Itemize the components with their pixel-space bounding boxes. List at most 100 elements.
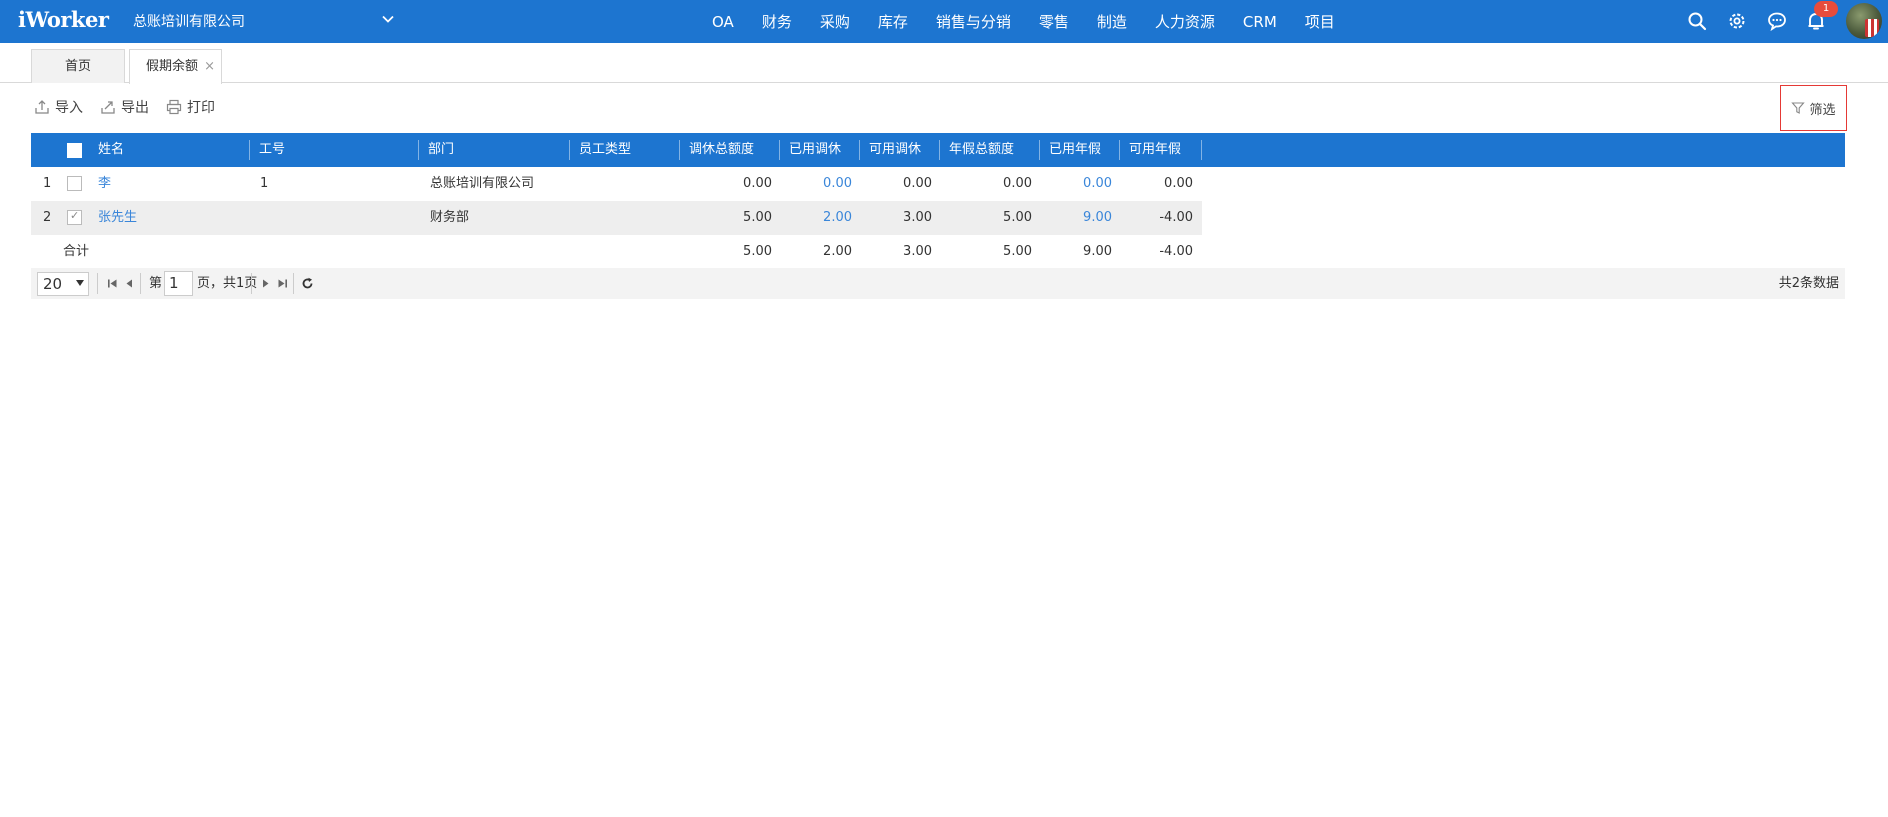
nav-item-purchase[interactable]: 采购 [820,11,850,32]
table-row[interactable]: 1 李 1 总账培训有限公司 0.00 0.00 0.00 0.00 0.00 … [31,167,1845,201]
emp-no-cell: 1 [260,176,269,191]
pager-divider [293,273,294,294]
total-annual-used: 9.00 [1083,244,1112,259]
pager-divider [97,273,98,294]
print-label: 打印 [187,100,215,116]
employee-name-link[interactable]: 张先生 [98,201,137,235]
col-name[interactable]: 姓名 [88,133,124,167]
col-leave-avail[interactable]: 可用调休 [859,133,921,167]
export-button[interactable]: 导出 [100,97,149,117]
filter-icon [1791,102,1806,114]
main-nav: OA 财务 采购 库存 销售与分销 零售 制造 人力资源 CRM 项目 [712,0,1335,43]
search-icon[interactable] [1686,10,1708,32]
row-index: 1 [43,176,52,191]
page-number-input[interactable]: 1 [164,271,193,296]
filter-label: 筛选 [1809,102,1836,118]
printer-icon [166,99,182,115]
leave-total-cell: 5.00 [743,210,772,225]
notification-badge: 1 [1814,1,1838,17]
page-suffix: 页，共1页 [197,276,258,291]
total-leave-avail: 3.00 [903,244,932,259]
close-icon[interactable]: × [204,50,215,83]
first-page-icon[interactable] [107,278,118,289]
import-button[interactable]: 导入 [34,97,83,117]
col-leave-used[interactable]: 已用调休 [779,133,841,167]
col-emp-type[interactable]: 员工类型 [569,133,631,167]
export-label: 导出 [121,100,149,116]
total-leave-total: 5.00 [743,244,772,259]
nav-item-sales[interactable]: 销售与分销 [936,11,1011,32]
row-checkbox[interactable] [67,176,82,191]
leave-used-link[interactable]: 0.00 [779,167,852,201]
pager-divider [140,273,141,294]
select-all-checkbox[interactable] [67,143,82,158]
prev-page-icon[interactable] [124,278,135,289]
table-row[interactable]: 2 张先生 财务部 5.00 2.00 3.00 5.00 9.00 -4.00 [31,201,1202,235]
annual-avail-cell: -4.00 [1159,210,1193,225]
nav-item-finance[interactable]: 财务 [762,11,792,32]
row-index: 2 [43,210,52,225]
nav-item-manufacturing[interactable]: 制造 [1097,11,1127,32]
pagination-bar: 20 第 1 页，共1页 共2条数据 [31,268,1845,299]
total-annual-avail: -4.00 [1159,244,1193,259]
dept-cell: 财务部 [430,210,470,225]
user-avatar[interactable] [1846,3,1882,39]
refresh-icon[interactable] [301,277,314,290]
tab-home[interactable]: 首页 [31,49,125,83]
nav-item-retail[interactable]: 零售 [1039,11,1069,32]
tab-leave-balance-label: 假期余额 [146,59,199,74]
gear-icon[interactable] [1726,10,1748,32]
export-icon [101,101,115,114]
row-checkbox[interactable] [67,209,82,225]
total-records: 共2条数据 [1778,276,1839,291]
page-size-value: 20 [43,275,63,293]
grid-header: 姓名 工号 部门 员工类型 调休总额度 已用调休 可用调休 年假总额度 已用年假… [31,133,1845,167]
import-icon [35,100,49,114]
nav-item-project[interactable]: 项目 [1305,11,1335,32]
totals-row: 合计 5.00 2.00 3.00 5.00 9.00 -4.00 [31,235,1845,268]
chat-icon[interactable] [1766,10,1788,32]
tab-strip: 首页 假期余额 × [0,43,1888,84]
nav-item-inventory[interactable]: 库存 [878,11,908,32]
top-navbar: iWorker 总账培训有限公司 OA 财务 采购 库存 销售与分销 零售 制造… [0,0,1888,43]
col-annual-total[interactable]: 年假总额度 [939,133,1014,167]
nav-item-hr[interactable]: 人力资源 [1155,11,1215,32]
annual-total-cell: 0.00 [1003,176,1032,191]
chevron-down-icon[interactable] [381,12,395,26]
page-prefix: 第 [149,276,163,291]
total-leave-used: 2.00 [823,244,852,259]
next-page-icon[interactable] [260,278,271,289]
last-page-icon[interactable] [277,278,288,289]
column-divider[interactable] [1201,140,1202,160]
tab-leave-balance[interactable]: 假期余额 × [129,49,222,84]
annual-avail-cell: 0.00 [1164,176,1193,191]
leave-used-link[interactable]: 2.00 [779,201,852,235]
totals-label: 合计 [63,244,90,259]
annual-used-link[interactable]: 9.00 [1039,201,1112,235]
caret-down-icon [76,280,84,286]
dept-cell: 总账培训有限公司 [430,176,535,191]
filter-button[interactable]: 筛选 [1780,85,1847,131]
employee-name-link[interactable]: 李 [98,167,111,201]
print-button[interactable]: 打印 [166,97,215,117]
annual-total-cell: 5.00 [1003,210,1032,225]
page-size-select[interactable]: 20 [37,272,89,296]
nav-item-crm[interactable]: CRM [1243,13,1277,31]
total-annual-total: 5.00 [1003,244,1032,259]
toolbar: 导入 导出 打印 [34,97,215,117]
annual-used-link[interactable]: 0.00 [1039,167,1112,201]
leave-total-cell: 0.00 [743,176,772,191]
col-annual-used[interactable]: 已用年假 [1039,133,1101,167]
leave-avail-cell: 0.00 [903,176,932,191]
col-annual-avail[interactable]: 可用年假 [1119,133,1181,167]
col-emp-no[interactable]: 工号 [249,133,285,167]
nav-item-oa[interactable]: OA [712,13,734,31]
company-selector[interactable]: 总账培训有限公司 [133,11,245,31]
app-logo[interactable]: iWorker [18,7,109,32]
leave-balance-grid: 姓名 工号 部门 员工类型 调休总额度 已用调休 可用调休 年假总额度 已用年假… [31,133,1845,299]
import-label: 导入 [55,100,83,116]
leave-avail-cell: 3.00 [903,210,932,225]
col-dept[interactable]: 部门 [418,133,454,167]
col-leave-total[interactable]: 调休总额度 [679,133,754,167]
pager-divider [251,273,252,294]
